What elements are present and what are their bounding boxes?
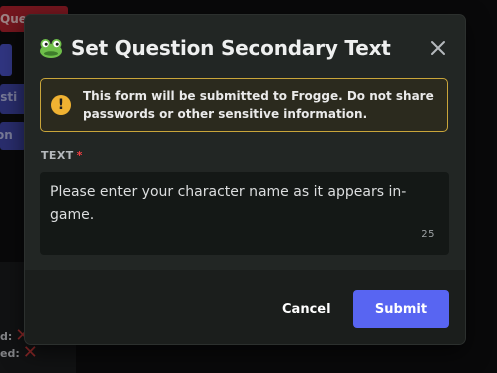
text-field-value: Please enter your character name as it a…: [50, 184, 407, 223]
text-field-label: TEXT *: [41, 149, 83, 162]
warning-line-1: This form will be submitted to Frogge. D…: [83, 89, 434, 103]
warning-line-2: passwords or other sensitive information…: [83, 107, 368, 121]
modal-footer: Cancel Submit: [25, 270, 465, 344]
required-marker: *: [76, 149, 83, 162]
cancel-button[interactable]: Cancel: [276, 290, 336, 328]
warning-icon: !: [51, 95, 71, 115]
warning-banner: ! This form will be submitted to Frogge.…: [40, 78, 448, 132]
frog-icon: [40, 39, 62, 58]
modal-title: Set Question Secondary Text: [71, 36, 391, 60]
text-field[interactable]: Please enter your character name as it a…: [40, 172, 449, 255]
close-button[interactable]: [425, 35, 451, 61]
modal-header: Set Question Secondary Text: [39, 33, 451, 63]
text-field-label-text: TEXT: [41, 149, 74, 162]
close-icon: [431, 41, 445, 55]
submit-button[interactable]: Submit: [353, 290, 449, 328]
character-count: 25: [421, 229, 435, 240]
modal-dialog: Set Question Secondary Text ! This form …: [25, 15, 465, 344]
warning-text: This form will be submitted to Frogge. D…: [83, 87, 434, 123]
